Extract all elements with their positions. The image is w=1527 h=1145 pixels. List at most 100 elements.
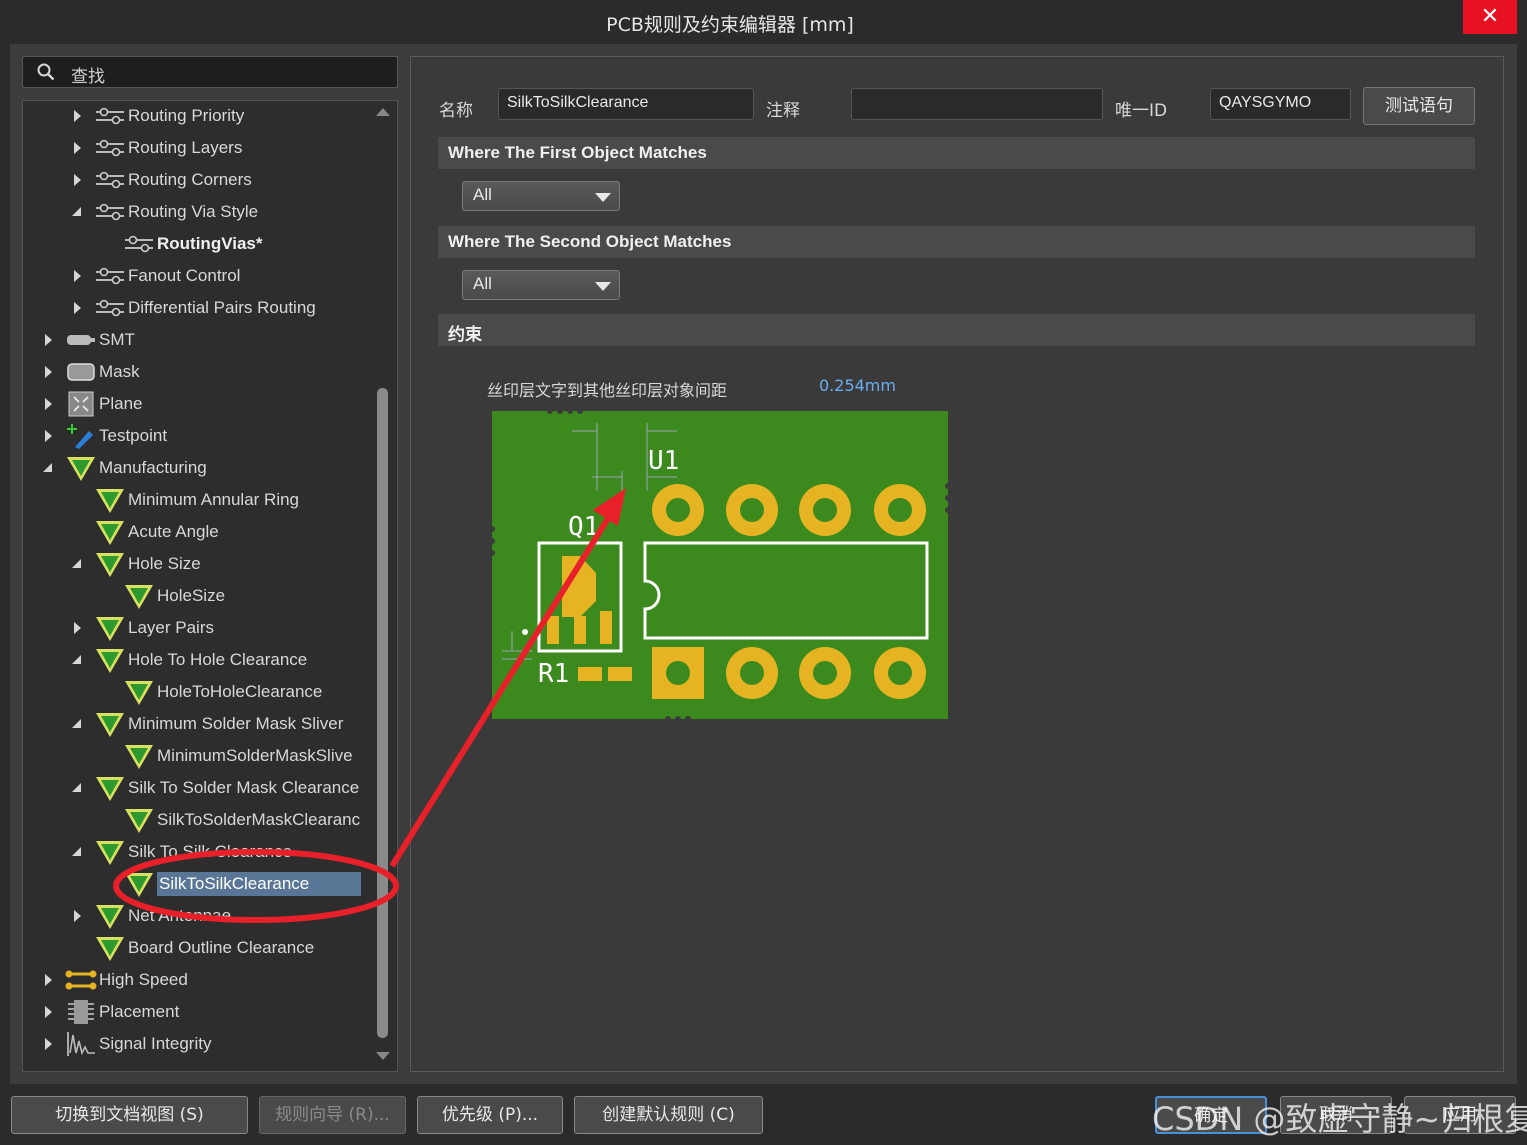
search-box[interactable]: 查找 [22, 56, 398, 88]
collapse-arrow-icon[interactable] [41, 1004, 57, 1020]
tree-item-label: Routing Priority [128, 106, 245, 125]
tree-item[interactable]: Differential Pairs Routing [70, 294, 316, 322]
tree-item-label: Signal Integrity [99, 1034, 212, 1053]
collapse-arrow-icon[interactable] [70, 108, 86, 124]
search-placeholder: 查找 [71, 67, 105, 87]
expand-arrow-icon[interactable] [70, 844, 86, 860]
tree-item-label: Placement [99, 1002, 180, 1021]
collapse-arrow-icon[interactable] [70, 620, 86, 636]
collapse-arrow-icon[interactable] [41, 428, 57, 444]
tree-item[interactable]: Minimum Annular Ring [70, 486, 299, 514]
collapse-arrow-icon[interactable] [70, 140, 86, 156]
tree-item-label: Silk To Solder Mask Clearance [128, 778, 360, 797]
rule-wizard-button[interactable]: 规则向导 (R)... [259, 1096, 406, 1134]
tree-item-label: SilkToSilkClearance [157, 872, 362, 896]
tree-item[interactable]: Routing Corners [70, 166, 252, 194]
mask-icon [65, 359, 97, 385]
close-button[interactable]: ✕ [1463, 0, 1517, 34]
first-match-value: All [473, 185, 492, 204]
tree-item[interactable]: Routing Via Style [70, 198, 258, 226]
tree-item[interactable]: Plane [41, 390, 142, 418]
tree-item-label: Minimum Annular Ring [128, 490, 300, 509]
tree-item-label: Acute Angle [128, 522, 219, 541]
uid-label: 唯一ID [1115, 101, 1168, 121]
q1-label: Q1 [568, 512, 599, 542]
manufacturing-icon [94, 487, 126, 513]
manufacturing-icon [94, 615, 126, 641]
clearance-value[interactable]: 0.254mm [819, 376, 896, 395]
collapse-arrow-icon[interactable] [70, 300, 86, 316]
first-match-header: Where The First Object Matches [438, 137, 1475, 169]
uid-field[interactable]: QAYSGYMO [1210, 88, 1351, 120]
tree-item[interactable]: Hole To Hole Clearance [70, 646, 307, 674]
scroll-up-icon[interactable] [376, 108, 390, 116]
document-view-button[interactable]: 切换到文档视图 (S) [11, 1096, 248, 1134]
tree-scrollbar[interactable] [376, 108, 390, 1063]
tree-item[interactable]: SMT [41, 326, 135, 354]
tree-item[interactable]: Net Antennae [70, 902, 231, 930]
tree-item[interactable]: Testpoint [41, 422, 167, 450]
tree-item-label: Mask [99, 362, 140, 381]
tree-item[interactable]: HoleSize [99, 582, 225, 610]
tree-item[interactable]: Hole Size [70, 550, 201, 578]
tree-item[interactable]: Layer Pairs [70, 614, 214, 642]
expand-arrow-icon[interactable] [70, 204, 86, 220]
comment-label: 注释 [766, 101, 800, 121]
scroll-down-icon[interactable] [376, 1052, 390, 1060]
tree-item[interactable]: MinimumSolderMaskSlive [99, 742, 353, 770]
csdn-watermark: CSDN @致虚守静~归根复命 [1152, 1100, 1527, 1138]
expand-arrow-icon[interactable] [41, 460, 57, 476]
tree-item[interactable]: Acute Angle [70, 518, 219, 546]
tree-item[interactable]: Minimum Solder Mask Sliver [70, 710, 343, 738]
tree-item[interactable]: Fanout Control [70, 262, 240, 290]
tree-item[interactable]: Placement [41, 998, 179, 1026]
routing-icon [94, 263, 126, 289]
comment-field[interactable] [851, 88, 1103, 120]
tree-item[interactable]: Routing Priority [70, 102, 244, 130]
collapse-arrow-icon[interactable] [41, 332, 57, 348]
first-match-dropdown[interactable]: All [462, 181, 620, 211]
collapse-arrow-icon[interactable] [70, 172, 86, 188]
collapse-arrow-icon[interactable] [70, 268, 86, 284]
tree-item-label: SMT [99, 330, 135, 349]
name-field[interactable]: SilkToSilkClearance [498, 88, 754, 120]
expand-arrow-icon[interactable] [70, 780, 86, 796]
scroll-thumb[interactable] [377, 388, 388, 1038]
tree-item-label: High Speed [99, 970, 188, 989]
manufacturing-icon [94, 903, 126, 929]
window-title: PCB规则及约束编辑器 [mm] [606, 14, 854, 36]
collapse-arrow-icon[interactable] [41, 1036, 57, 1052]
collapse-arrow-icon[interactable] [70, 908, 86, 924]
collapse-arrow-icon[interactable] [41, 364, 57, 380]
expand-arrow-icon[interactable] [70, 716, 86, 732]
tree-item-label: Routing Via Style [128, 202, 259, 221]
tree-item[interactable]: High Speed [41, 966, 188, 994]
tree-item[interactable]: SilkToSolderMaskClearanc [99, 806, 360, 834]
second-match-dropdown[interactable]: All [462, 270, 620, 300]
tree-item[interactable]: SilkToSilkClearance [99, 870, 362, 898]
tree-item[interactable]: RoutingVias* [99, 230, 262, 258]
collapse-arrow-icon[interactable] [41, 972, 57, 988]
rules-tree[interactable]: Routing Priority Routing Layers Routing Co… [22, 100, 398, 1072]
tree-item-label: SilkToSolderMaskClearanc [157, 810, 361, 829]
routing-icon [94, 167, 126, 193]
r1-label: R1 [538, 659, 569, 689]
tree-item[interactable]: Board Outline Clearance [70, 934, 314, 962]
collapse-arrow-icon[interactable] [41, 396, 57, 412]
constraints-header: 约束 [438, 314, 1475, 346]
expand-arrow-icon[interactable] [70, 556, 86, 572]
tree-item[interactable]: Routing Layers [70, 134, 242, 162]
expand-arrow-icon[interactable] [70, 652, 86, 668]
tree-item[interactable]: Silk To Solder Mask Clearance [70, 774, 359, 802]
tree-item[interactable]: Signal Integrity [41, 1030, 211, 1058]
priority-button[interactable]: 优先级 (P)... [417, 1096, 563, 1134]
chevron-down-icon [595, 193, 611, 202]
test-query-button[interactable]: 测试语句 [1363, 87, 1475, 125]
tree-item[interactable]: HoleToHoleClearance [99, 678, 322, 706]
tree-item[interactable]: Mask [41, 358, 140, 386]
tree-item-label: Hole Size [128, 554, 201, 573]
tree-item-label: Plane [99, 394, 143, 413]
create-default-rules-button[interactable]: 创建默认规则 (C) [574, 1096, 763, 1134]
tree-item[interactable]: Silk To Silk Clearance [70, 838, 292, 866]
tree-item[interactable]: Manufacturing [41, 454, 207, 482]
